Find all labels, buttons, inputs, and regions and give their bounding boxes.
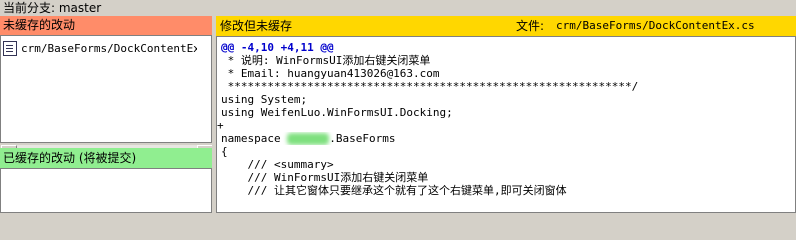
unstaged-changes-header: 未缓存的改动 xyxy=(0,16,212,35)
diff-line: using WeifenLuo.WinFormsUI.Docking; xyxy=(221,106,453,119)
left-panel: 未缓存的改动 crm/BaseForms/DockContentEx.cs ◀ … xyxy=(0,16,213,213)
redacted-block xyxy=(287,133,330,145)
staged-changes-header: 已缓存的改动 (将被提交) xyxy=(0,148,212,168)
diff-viewer[interactable]: @@ -4,10 +4,11 @@ * 说明: WinFormsUI添加右键关闭… xyxy=(216,36,796,213)
diff-status: 修改但未缓存 xyxy=(220,19,293,33)
diff-line: { xyxy=(221,145,228,158)
modified-file-icon xyxy=(3,40,17,56)
current-branch-bar: 当前分支: master xyxy=(0,0,796,16)
current-branch-label: 当前分支: master xyxy=(3,1,102,15)
diff-line: * 说明: WinFormsUI添加右键关闭菜单 xyxy=(221,54,431,67)
namespace-keyword: namespace xyxy=(221,132,288,145)
file-label: 文件: xyxy=(516,19,545,33)
namespace-line: namespace .BaseForms xyxy=(221,132,793,145)
diff-header: 修改但未缓存 文件: crm/BaseForms/DockContentEx.c… xyxy=(216,16,796,36)
unstaged-file-name: crm/BaseForms/DockContentEx.cs xyxy=(21,41,197,55)
diff-file-path: crm/BaseForms/DockContentEx.cs xyxy=(556,19,755,32)
diff-line: ****************************************… xyxy=(221,80,639,93)
unstaged-file-item[interactable]: crm/BaseForms/DockContentEx.cs xyxy=(3,40,197,56)
diff-line: * Email: huangyuan413026@163.com xyxy=(221,67,440,80)
namespace-suffix: .BaseForms xyxy=(329,132,396,145)
diff-line-added: + xyxy=(217,119,224,132)
diff-line: /// <summary> xyxy=(221,158,334,171)
diff-line: using System; xyxy=(221,93,308,106)
hunk-header: @@ -4,10 +4,11 @@ xyxy=(221,41,334,54)
diff-panel: 修改但未缓存 文件: crm/BaseForms/DockContentEx.c… xyxy=(216,16,796,213)
unstaged-file-list[interactable]: crm/BaseForms/DockContentEx.cs ◀ ▶ xyxy=(0,35,213,161)
diff-line: /// 让其它窗体只要继承这个就有了这个右键菜单,即可关闭窗体 xyxy=(221,184,567,197)
diff-line: /// WinFormsUI添加右键关闭菜单 xyxy=(221,171,429,184)
staged-file-list[interactable] xyxy=(0,168,212,213)
